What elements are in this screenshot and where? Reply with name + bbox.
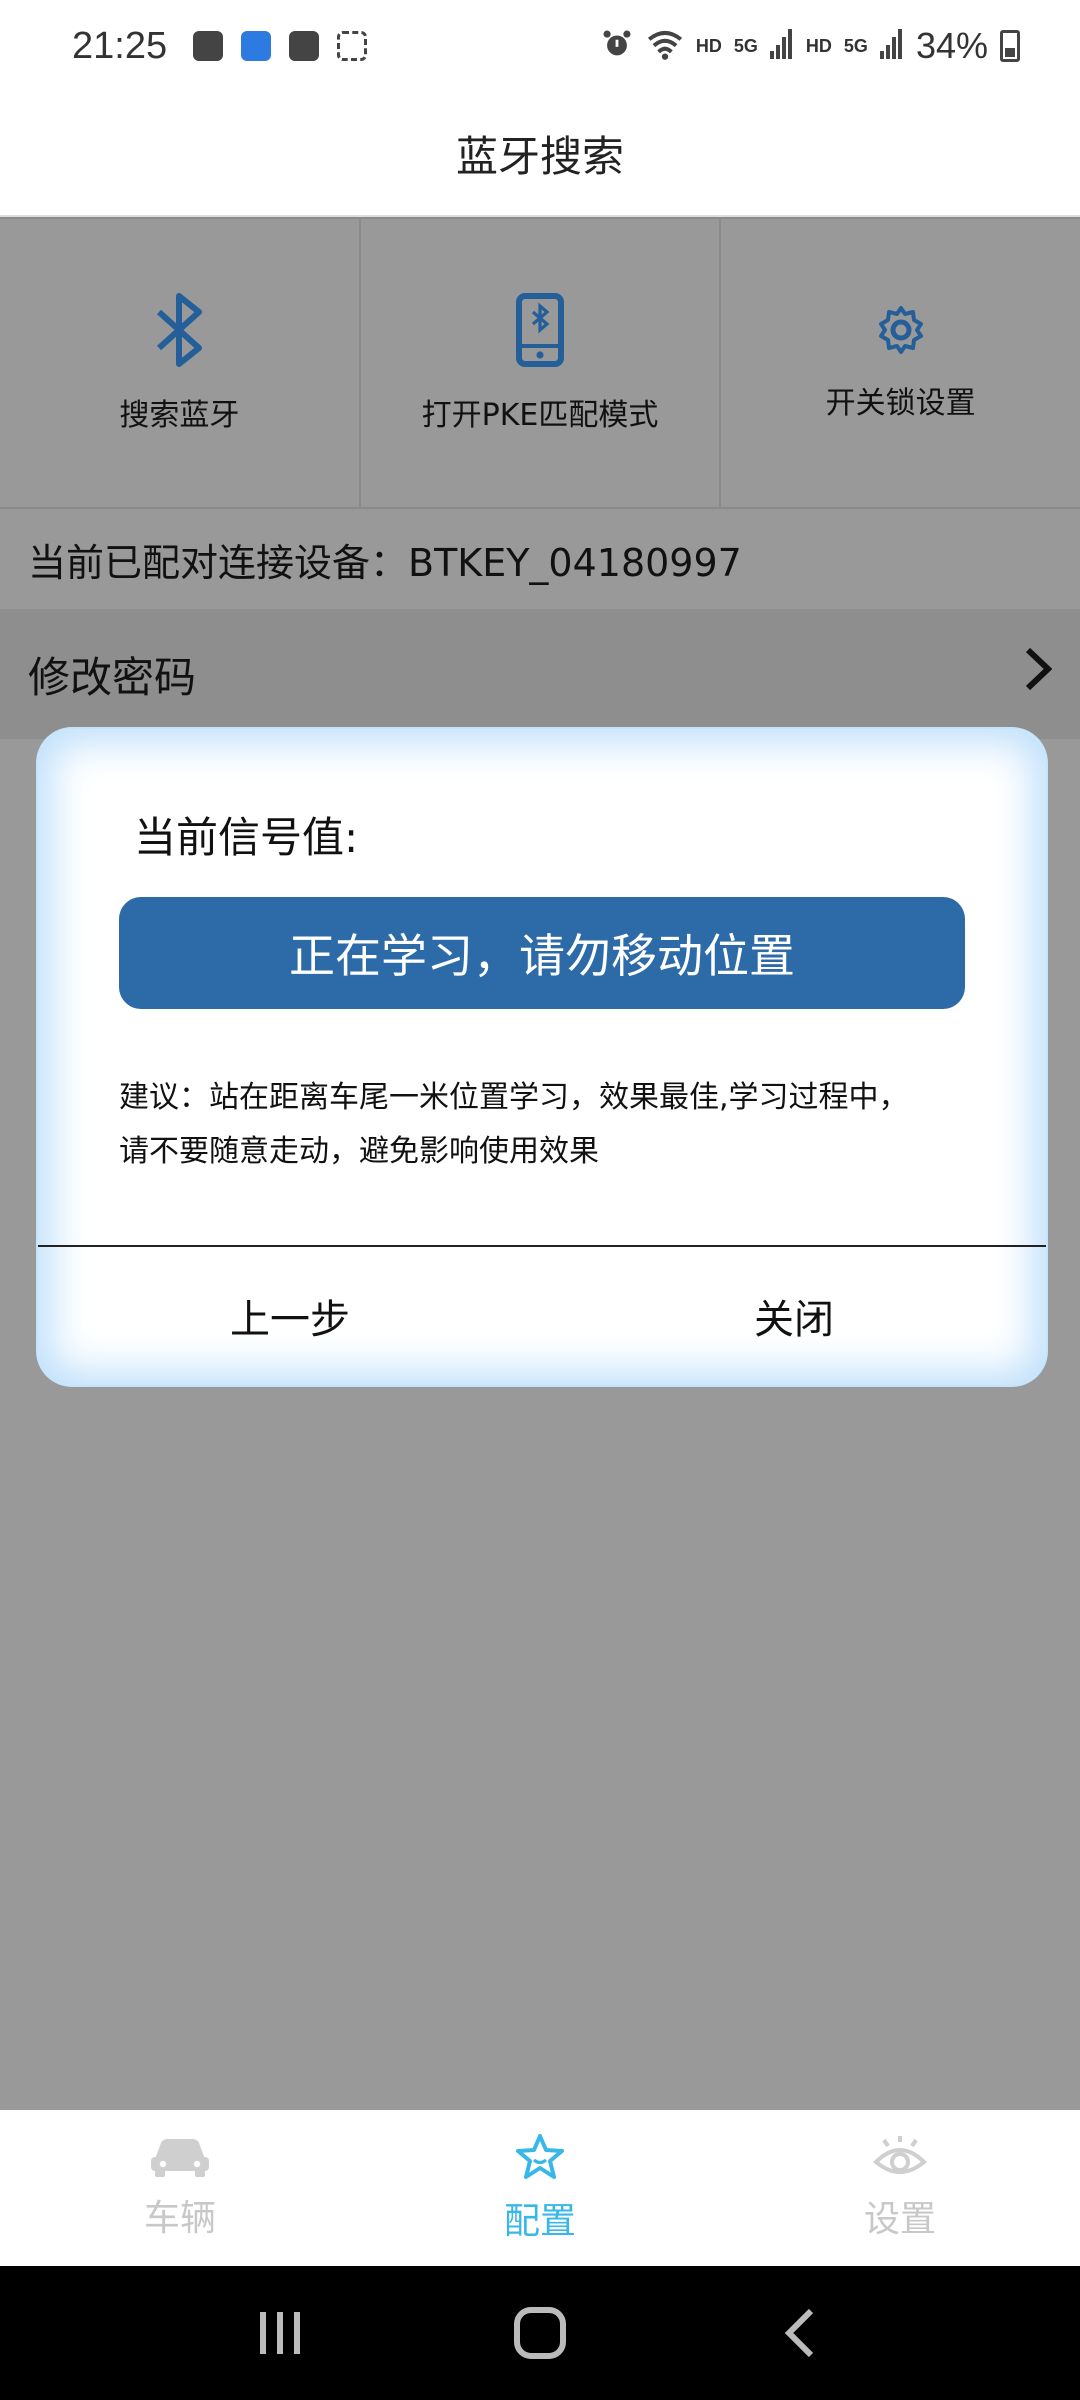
- network-type-1: HD: [695, 35, 722, 56]
- nav-config[interactable]: 配置: [360, 2110, 720, 2266]
- recent-apps-button[interactable]: [235, 2288, 325, 2378]
- gallery-icon: [289, 31, 320, 61]
- home-button[interactable]: [495, 2288, 585, 2378]
- previous-step-button[interactable]: 上一步: [38, 1247, 542, 1385]
- phone-bluetooth-icon: [515, 292, 565, 368]
- network-gen-2: 5G: [843, 35, 868, 56]
- paired-device-info: 当前已配对连接设备：BTKEY_04180997: [28, 540, 742, 585]
- search-bluetooth-label: 搜索蓝牙: [119, 398, 240, 433]
- clock-app-icon: [193, 31, 224, 61]
- app-notification-icon: [241, 31, 272, 61]
- app-header: 蓝牙搜索: [0, 92, 1080, 217]
- nav-vehicle[interactable]: 车辆: [0, 2110, 360, 2266]
- action-grid: 搜索蓝牙 打开PKE匹配模式 开关锁设置: [0, 217, 1080, 509]
- signal-icon-2: [879, 28, 904, 64]
- pke-pairing-button[interactable]: 打开PKE匹配模式: [360, 217, 722, 507]
- pke-pairing-label: 打开PKE匹配模式: [421, 398, 659, 433]
- learning-status-button[interactable]: 正在学习，请勿移动位置: [119, 897, 965, 1009]
- signal-icon: [769, 28, 794, 64]
- network-gen-1: 5G: [733, 35, 758, 56]
- change-password-label: 修改密码: [28, 652, 197, 702]
- nav-vehicle-label: 车辆: [143, 2198, 216, 2239]
- nav-settings-label: 设置: [863, 2199, 936, 2240]
- page-title: 蓝牙搜索: [455, 132, 624, 181]
- learning-tip: 建议：站在距离车尾一米位置学习，效果最佳,学习过程中， 请不要随意走动，避免影响…: [119, 1071, 979, 1179]
- nav-config-label: 配置: [503, 2201, 576, 2242]
- nav-settings[interactable]: 设置: [720, 2110, 1080, 2266]
- network-type-2: HD: [805, 35, 832, 56]
- status-bar: 21:25 HD 5G HD 5G 34%: [0, 0, 1080, 92]
- search-bluetooth-button[interactable]: 搜索蓝牙: [0, 217, 361, 507]
- wifi-icon: [646, 28, 684, 65]
- learning-tip-line-2: 请不要随意走动，避免影响使用效果: [119, 1134, 599, 1169]
- screenshot-icon: [337, 31, 368, 61]
- learning-tip-line-1: 建议：站在距离车尾一米位置学习，效果最佳,学习过程中，: [119, 1080, 909, 1115]
- dialog-actions: 上一步 关闭: [38, 1247, 1046, 1385]
- lock-settings-button[interactable]: 开关锁设置: [721, 217, 1080, 507]
- back-button[interactable]: [755, 2288, 845, 2378]
- change-password-row[interactable]: 修改密码: [0, 609, 1080, 739]
- status-time: 21:25: [72, 24, 168, 67]
- bluetooth-icon: [151, 292, 207, 368]
- system-nav-bar: [0, 2266, 1080, 2400]
- learning-dialog: 当前信号值: 正在学习，请勿移动位置 建议：站在距离车尾一米位置学习，效果最佳,…: [38, 729, 1046, 1385]
- star-icon: [514, 2132, 566, 2186]
- signal-value-label: 当前信号值:: [134, 813, 359, 862]
- lock-settings-label: 开关锁设置: [825, 386, 976, 421]
- battery-percent: 34%: [915, 25, 988, 66]
- close-button[interactable]: 关闭: [542, 1247, 1046, 1385]
- eye-icon: [872, 2134, 928, 2184]
- battery-icon: [1000, 30, 1020, 62]
- chevron-right-icon: [1024, 646, 1053, 702]
- alarm-icon: [600, 27, 634, 66]
- gear-icon: [875, 304, 927, 356]
- car-icon: [149, 2135, 211, 2183]
- bottom-nav: 车辆 配置 设置: [0, 2110, 1080, 2266]
